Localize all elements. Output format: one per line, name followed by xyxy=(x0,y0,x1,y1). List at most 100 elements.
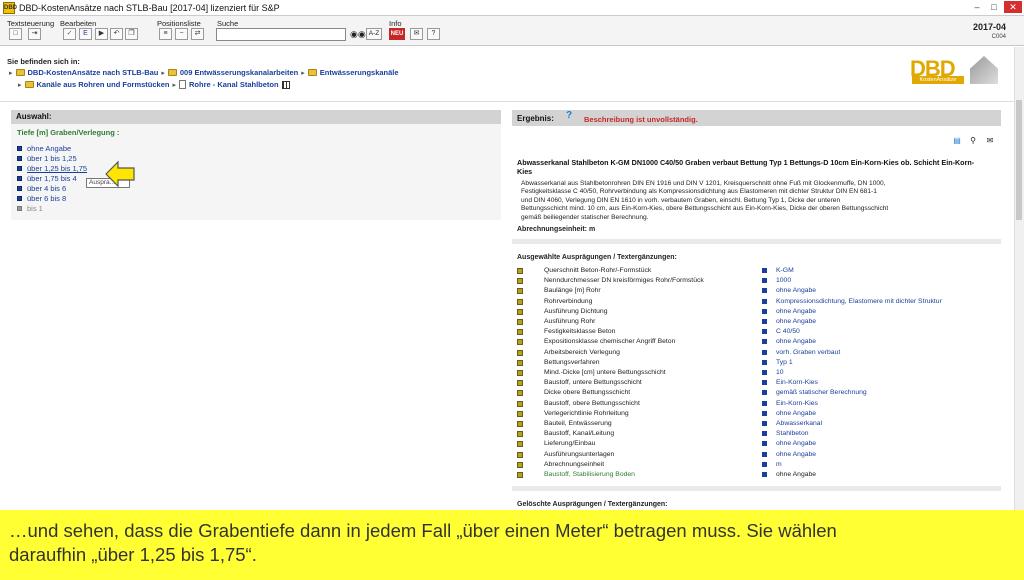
undo-icon[interactable]: ↶ xyxy=(110,28,123,40)
auspraegung-row[interactable]: Ausführung Rohr ohne Angabe xyxy=(517,317,987,327)
auspraegung-value[interactable]: gemäß statischer Berechnung xyxy=(776,388,867,398)
auspraegung-row[interactable]: Bettungsverfahren Typ 1 xyxy=(517,358,987,368)
menu-info[interactable]: Info xyxy=(389,19,402,28)
edit-icon[interactable] xyxy=(517,472,523,478)
auspraegung-value[interactable]: Typ 1 xyxy=(776,358,793,368)
minimize-button[interactable]: – xyxy=(970,1,984,13)
auspraegung-value[interactable]: Kompressionsdichtung, Elastomere mit dic… xyxy=(776,297,942,307)
option-item[interactable]: über 1 bis 1,25 xyxy=(17,154,77,163)
chat-icon[interactable]: ▤ xyxy=(952,136,962,145)
mail-icon[interactable]: ✉ xyxy=(985,136,995,145)
auspraegung-value[interactable]: Stahlbeton xyxy=(776,429,809,439)
auspraegung-row[interactable]: Festigkeitsklasse Beton C 40/50 xyxy=(517,327,987,337)
auspraegung-row[interactable]: Querschnitt Beton-Rohr/-Formstück K-GM xyxy=(517,266,987,276)
option-item[interactable]: über 4 bis 6 xyxy=(17,184,66,193)
auspraegung-value[interactable]: 10 xyxy=(776,368,784,378)
auspraegung-row[interactable]: Bauteil, Entwässerung Abwasserkanal xyxy=(517,419,987,429)
auspraegung-value[interactable]: ohne Angabe xyxy=(776,337,816,347)
edit-icon[interactable] xyxy=(517,359,523,366)
option-item[interactable]: über 6 bis 8 xyxy=(17,194,66,203)
auspraegung-value[interactable]: Ein-Korn-Kies xyxy=(776,399,818,409)
list-move-icon[interactable]: ⇄ xyxy=(191,28,204,40)
edit-icon[interactable] xyxy=(517,319,523,325)
breadcrumb-item-entwaesserungskanaele[interactable]: Entwässerungskanäle xyxy=(320,68,399,77)
edit-icon[interactable] xyxy=(517,370,523,376)
auspraegung-row[interactable]: Rohrverbindung Kompressionsdichtung, Elas… xyxy=(517,297,987,307)
auspraegung-value[interactable]: Ein-Korn-Kies xyxy=(776,378,818,388)
edit-icon[interactable] xyxy=(517,288,523,295)
edit-icon[interactable] xyxy=(517,278,523,285)
list-remove-icon[interactable]: − xyxy=(175,28,188,40)
copy-icon[interactable]: ❐ xyxy=(125,28,138,40)
option-label[interactable]: über 1,75 bis 4 xyxy=(27,174,77,183)
option-label[interactable]: über 1,25 bis 1,75 xyxy=(27,164,87,173)
edit-icon[interactable] xyxy=(517,329,523,336)
auspraegung-value[interactable]: 1000 xyxy=(776,276,791,286)
auspraegung-value[interactable]: ohne Angabe xyxy=(776,439,816,449)
auspraegung-value[interactable]: ohne Angabe xyxy=(776,307,816,317)
auspraegung-row[interactable]: Abrechnungseinheit m xyxy=(517,460,987,470)
auspraegung-row[interactable]: Lieferung/Einbau ohne Angabe xyxy=(517,439,987,449)
auspraegung-row[interactable]: Expositionsklasse chemischer Angriff Bet… xyxy=(517,337,987,347)
option-item[interactable]: ohne Angabe xyxy=(17,144,71,153)
breadcrumb-item-rohre[interactable]: Rohre - Kanal Stahlbeton xyxy=(189,80,279,89)
edit-icon[interactable] xyxy=(517,400,523,407)
az-index-button[interactable]: A-Z xyxy=(366,28,382,40)
auspraegung-row[interactable]: Dicke obere Bettungsschicht gemäß statisc… xyxy=(517,388,987,398)
table-icon[interactable] xyxy=(281,80,290,89)
binoculars-icon[interactable]: ◉◉ xyxy=(350,28,366,40)
mail-icon[interactable]: ✉ xyxy=(410,28,423,40)
breadcrumb-item-kanaele[interactable]: Kanäle aus Rohren und Formstücken xyxy=(37,80,170,89)
option-label[interactable]: über 1 bis 1,25 xyxy=(27,154,77,163)
edit-icon[interactable] xyxy=(517,461,523,468)
new-badge-button[interactable]: NEU xyxy=(389,28,405,40)
list-add-icon[interactable]: ≡ xyxy=(159,28,172,40)
auspraegung-value[interactable]: ohne Angabe xyxy=(776,450,816,460)
help-icon[interactable]: ? xyxy=(566,110,572,121)
edit-icon[interactable] xyxy=(517,451,523,458)
auspraegung-row[interactable]: Baustoff, untere Bettungsschicht Ein-Korn… xyxy=(517,378,987,388)
auspraegung-value[interactable]: vorh. Graben verbaut xyxy=(776,348,840,358)
option-label[interactable]: über 6 bis 8 xyxy=(27,194,66,203)
edit-icon[interactable] xyxy=(517,431,523,438)
scrollbar-thumb[interactable] xyxy=(1016,100,1022,220)
edit-icon[interactable] xyxy=(517,441,523,448)
auspraegung-row[interactable]: Ausführungsunterlagen ohne Angabe xyxy=(517,450,987,460)
edit-icon[interactable] xyxy=(517,308,523,315)
auspraegung-value[interactable]: C 40/50 xyxy=(776,327,800,337)
breadcrumb-item-009[interactable]: 009 Entwässerungskanalarbeiten xyxy=(180,68,298,77)
auspraegung-row[interactable]: Arbeitsbereich Verlegung vorh. Graben ver… xyxy=(517,348,987,358)
auspraegung-value[interactable]: Abwasserkanal xyxy=(776,419,822,429)
auspraegung-row[interactable]: Baustoff, obere Bettungsschicht Ein-Korn-… xyxy=(517,399,987,409)
exit-icon[interactable]: ⇥ xyxy=(28,28,41,40)
edit-icon[interactable] xyxy=(517,298,523,305)
auspraegung-row[interactable]: Verlegerichtlinie Rohrleitung ohne Angabe xyxy=(517,409,987,419)
menu-textsteuerung[interactable]: Textsteuerung xyxy=(7,19,54,28)
auspraegung-row[interactable]: Mind.-Dicke [cm] untere Bettungsschicht 1… xyxy=(517,368,987,378)
menu-bearbeiten[interactable]: Bearbeiten xyxy=(60,19,96,28)
edit-icon[interactable] xyxy=(517,339,523,346)
option-label[interactable]: ohne Angabe xyxy=(27,144,71,153)
check-icon[interactable]: ✓ xyxy=(63,28,76,40)
menu-positionsliste[interactable]: Positionsliste xyxy=(157,19,201,28)
new-document-icon[interactable]: □ xyxy=(9,28,22,40)
edit-icon[interactable] xyxy=(517,349,523,356)
auspraegung-value[interactable]: m xyxy=(776,460,782,470)
option-label[interactable]: über 4 bis 6 xyxy=(27,184,66,193)
auspraegung-row[interactable]: Baustoff, Kanal/Leitung Stahlbeton xyxy=(517,429,987,439)
edit-icon[interactable] xyxy=(517,410,523,417)
edit-icon[interactable] xyxy=(517,390,523,397)
auspraegung-row[interactable]: Ausführung Dichtung ohne Angabe xyxy=(517,307,987,317)
maximize-button[interactable]: □ xyxy=(987,1,1001,13)
search-doc-icon[interactable]: ⚲ xyxy=(968,136,978,145)
auspraegung-value[interactable]: ohne Angabe xyxy=(776,317,816,327)
edit-icon[interactable] xyxy=(517,421,523,427)
edit-icon[interactable] xyxy=(517,268,523,274)
option-item[interactable]: über 1,75 bis 4 xyxy=(17,174,77,183)
auspraegung-row[interactable]: Baulänge [m] Rohr ohne Angabe xyxy=(517,286,987,296)
breadcrumb-item-root[interactable]: DBD-KostenAnsätze nach STLB-Bau xyxy=(28,68,159,77)
arrow-right-icon[interactable]: ▶ xyxy=(95,28,108,40)
auspraegung-row[interactable]: Nenndurchmesser DN kreisförmiges Rohr/Fo… xyxy=(517,276,987,286)
edit-icon[interactable] xyxy=(517,380,523,387)
auspraegung-row[interactable]: Baustoff, Stabilisierung Boden ohne Angab… xyxy=(517,470,987,480)
